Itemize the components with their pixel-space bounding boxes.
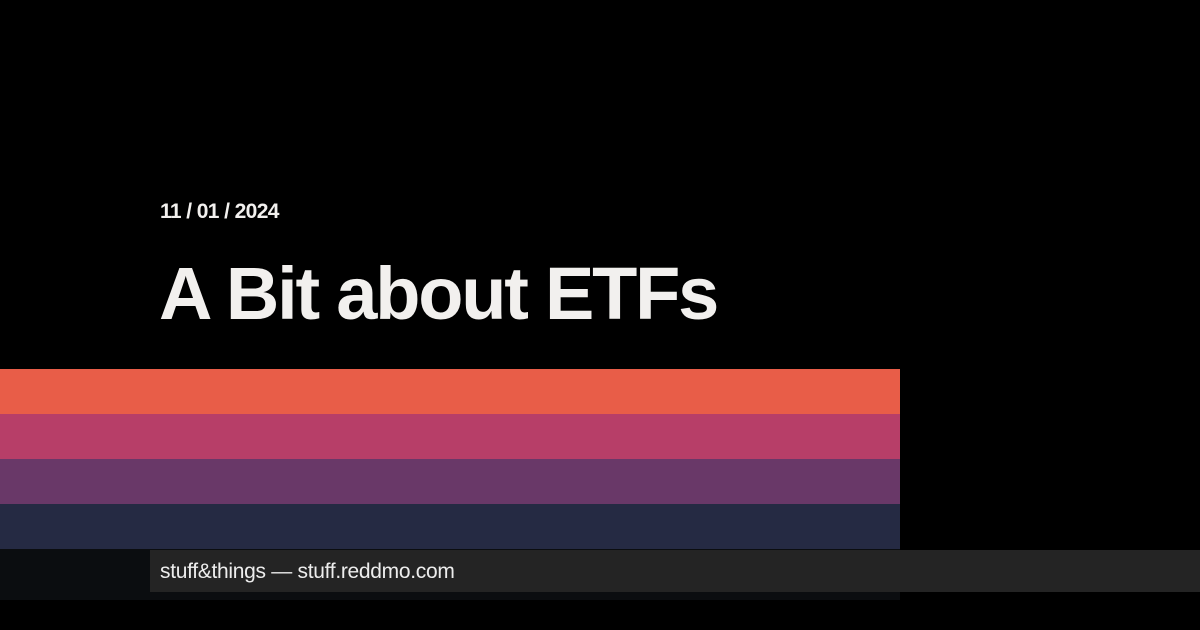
site-name-link[interactable]: stuff&things — stuff.reddmo.com bbox=[160, 550, 455, 594]
stripe-navy bbox=[0, 504, 900, 549]
footer-bar: stuff&things — stuff.reddmo.com bbox=[150, 550, 1200, 592]
post-title: A Bit about ETFs bbox=[159, 252, 719, 335]
color-stripes bbox=[0, 369, 900, 549]
social-card: 11 / 01 / 2024 A Bit about ETFs stuff&th… bbox=[0, 0, 1200, 630]
stripe-purple bbox=[0, 459, 900, 504]
stripe-orange bbox=[0, 369, 900, 414]
post-date: 11 / 01 / 2024 bbox=[160, 200, 279, 223]
stripe-pink bbox=[0, 414, 900, 459]
